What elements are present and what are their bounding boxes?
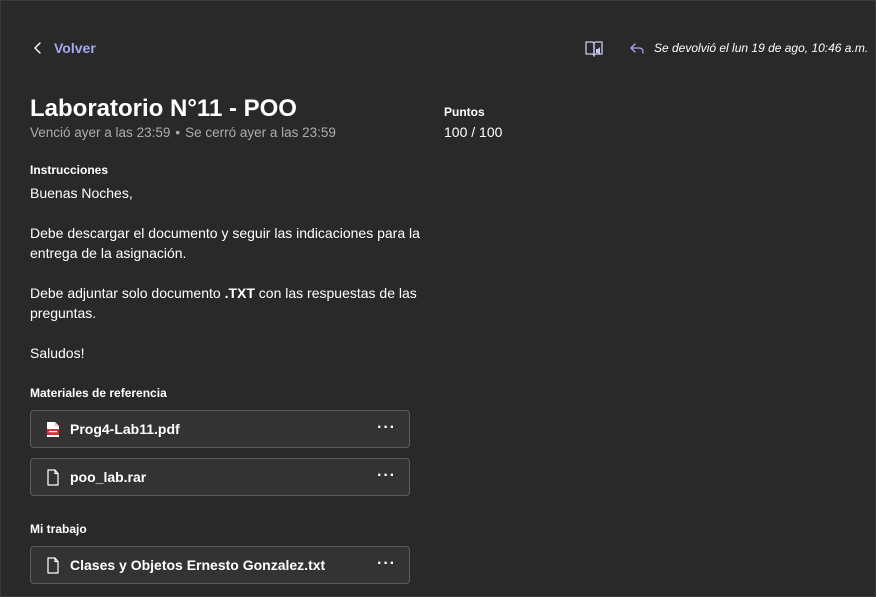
top-bar: Volver Se devolvió el lun 19 de ago, 10:… [1, 1, 875, 97]
immersive-reader-icon[interactable] [584, 40, 604, 58]
file-name: Clases y Objetos Ernesto Gonzalez.txt [70, 557, 326, 573]
instructions-line1: Debe descargar el documento y seguir las… [30, 225, 420, 261]
instructions-greeting: Buenas Noches, [30, 185, 133, 201]
instructions-line2-pre: Debe adjuntar solo documento [30, 285, 225, 301]
instructions-body: Buenas Noches, Debe descargar el documen… [30, 183, 420, 363]
returned-status: Se devolvió el lun 19 de ago, 10:46 a.m. [629, 41, 868, 55]
reference-file-card[interactable]: poo_lab.rar ··· [30, 458, 410, 496]
closed-text: Se cerró ayer a las 23:59 [185, 125, 336, 140]
document-icon [46, 556, 60, 574]
more-options-button[interactable]: ··· [377, 468, 396, 484]
chevron-left-icon [34, 42, 41, 54]
instructions-closing: Saludos! [30, 345, 85, 361]
more-options-button[interactable]: ··· [377, 556, 396, 572]
file-name: Prog4-Lab11.pdf [70, 421, 180, 437]
instructions-label: Instrucciones [30, 163, 109, 177]
separator-dot: • [175, 125, 181, 140]
document-icon [46, 468, 60, 486]
file-name: poo_lab.rar [70, 469, 147, 485]
pdf-file-icon [46, 421, 60, 438]
reference-materials-label: Materiales de referencia [30, 386, 167, 400]
my-work-file-card[interactable]: Clases y Objetos Ernesto Gonzalez.txt ··… [30, 546, 410, 584]
points-label: Puntos [444, 105, 485, 119]
due-text: Venció ayer a las 23:59 [30, 125, 171, 140]
back-label: Volver [54, 40, 96, 56]
more-options-button[interactable]: ··· [377, 420, 396, 436]
points-value: 100 / 100 [444, 124, 503, 140]
returned-text: Se devolvió el lun 19 de ago, 10:46 a.m. [654, 41, 869, 55]
assignment-dates: Venció ayer a las 23:59 • Se cerró ayer a … [30, 125, 336, 140]
reply-arrow-icon [630, 43, 644, 54]
reference-file-card[interactable]: Prog4-Lab11.pdf ··· [30, 410, 410, 448]
my-work-label: Mi trabajo [30, 522, 87, 536]
assignment-title: Laboratorio N°11 - POO [30, 95, 297, 122]
instructions-line2-bold: .TXT [224, 285, 255, 301]
instructions-line2: Debe adjuntar solo documento .TXT con la… [30, 283, 420, 323]
back-button[interactable]: Volver [31, 40, 96, 56]
